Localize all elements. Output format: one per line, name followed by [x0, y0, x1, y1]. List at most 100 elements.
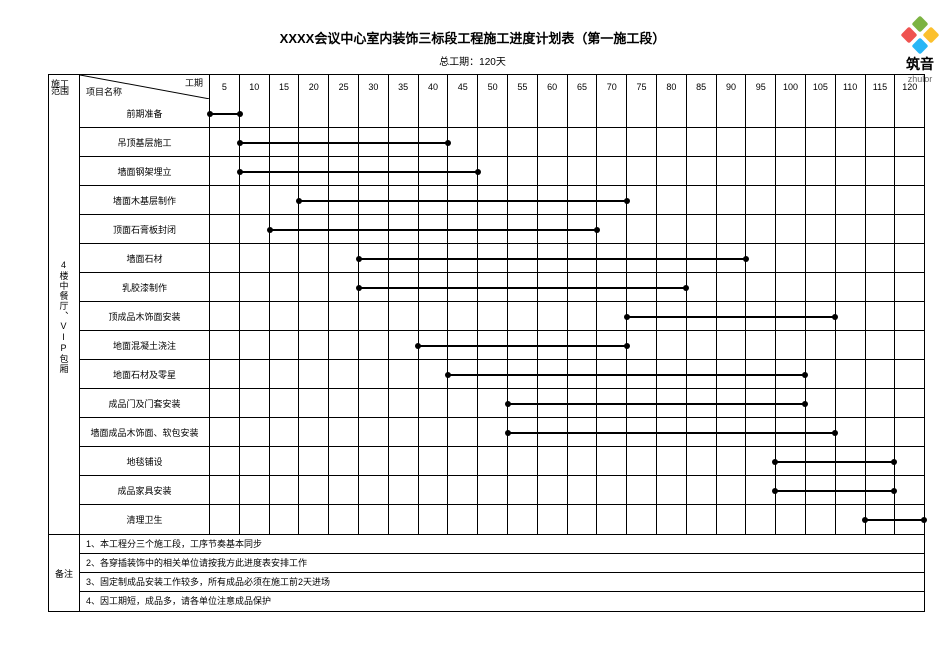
grid-cell — [657, 418, 687, 446]
grid-cell — [717, 186, 747, 214]
grid-cell — [568, 186, 598, 214]
grid-cell — [836, 215, 866, 243]
grid-cell — [538, 360, 568, 388]
grid-cell — [806, 302, 836, 330]
x-tick: 45 — [448, 75, 478, 99]
grid-cell — [746, 360, 776, 388]
x-tick: 65 — [568, 75, 598, 99]
grid-cell — [806, 273, 836, 301]
grid-cell — [717, 128, 747, 156]
grid-cell — [866, 244, 896, 272]
logo-text-cn: 筑音 — [903, 54, 937, 74]
grid-cell — [538, 157, 568, 185]
grid-cell — [657, 273, 687, 301]
grid-cell — [806, 215, 836, 243]
grid-cell — [746, 157, 776, 185]
grid-cell — [806, 505, 836, 534]
grid-cell — [687, 215, 717, 243]
grid-cell — [448, 476, 478, 504]
grid-cell — [329, 389, 359, 417]
grid-cell — [776, 273, 806, 301]
grid-cell — [627, 389, 657, 417]
grid-cell — [508, 447, 538, 475]
x-tick: 60 — [538, 75, 568, 99]
grid-cell — [270, 302, 300, 330]
grid-cell — [836, 476, 866, 504]
grid-cell — [329, 418, 359, 446]
grid-cell — [210, 273, 240, 301]
gantt-header: 施工 范围 工期 项目名称 51015202530354045505560657… — [48, 74, 925, 99]
grid-cell — [568, 302, 598, 330]
grid-cell — [508, 302, 538, 330]
grid-cell — [597, 389, 627, 417]
task-label: 乳胶漆制作 — [80, 273, 209, 302]
x-tick: 115 — [866, 75, 896, 99]
grid-cell — [448, 331, 478, 359]
grid-cell — [836, 302, 866, 330]
grid-cell — [508, 389, 538, 417]
grid-cell — [508, 157, 538, 185]
grid-cell — [687, 389, 717, 417]
grid-cell — [389, 186, 419, 214]
grid-row — [210, 128, 924, 157]
grid-cell — [895, 418, 924, 446]
grid-cell — [806, 360, 836, 388]
grid-cell — [717, 157, 747, 185]
grid-cell — [597, 128, 627, 156]
grid-cell — [389, 157, 419, 185]
grid-cell — [448, 244, 478, 272]
grid-cell — [478, 244, 508, 272]
grid-cell — [776, 128, 806, 156]
grid-cell — [866, 389, 896, 417]
grid-cell — [508, 360, 538, 388]
grid-cell — [419, 331, 449, 359]
task-label: 成品家具安装 — [80, 476, 209, 505]
grid-cell — [895, 244, 924, 272]
grid-cell — [627, 505, 657, 534]
grid-cell — [866, 273, 896, 301]
grid-cell — [389, 244, 419, 272]
grid-cell — [389, 331, 419, 359]
grid-cell — [210, 128, 240, 156]
grid-cell — [359, 302, 389, 330]
page-title: XXXX会议中心室内装饰三标段工程施工进度计划表（第一施工段） — [0, 0, 945, 47]
grid-row — [210, 302, 924, 331]
grid-cell — [329, 505, 359, 534]
task-label: 吊顶基层施工 — [80, 128, 209, 157]
grid-cell — [299, 186, 329, 214]
grid-cell — [478, 447, 508, 475]
grid-cell — [895, 389, 924, 417]
grid-cell — [448, 418, 478, 446]
grid-cell — [568, 273, 598, 301]
grid-cell — [836, 244, 866, 272]
grid-cell — [448, 186, 478, 214]
grid-cell — [866, 418, 896, 446]
grid-cell — [895, 302, 924, 330]
grid-cell — [210, 331, 240, 359]
grid-cell — [538, 99, 568, 127]
grid-cell — [597, 302, 627, 330]
grid-cell — [210, 418, 240, 446]
x-tick: 10 — [240, 75, 270, 99]
grid-cell — [657, 447, 687, 475]
grid-row — [210, 244, 924, 273]
grid-cell — [538, 244, 568, 272]
grid-cell — [478, 302, 508, 330]
grid-cell — [717, 244, 747, 272]
grid-cell — [210, 476, 240, 504]
grid-cell — [746, 128, 776, 156]
grid-cell — [508, 99, 538, 127]
grid-cell — [597, 476, 627, 504]
notes-label: 备注 — [49, 535, 80, 611]
grid-cell — [299, 505, 329, 534]
grid-cell — [419, 447, 449, 475]
task-label: 成品门及门套安装 — [80, 389, 209, 418]
grid-cell — [538, 331, 568, 359]
grid-cell — [419, 186, 449, 214]
grid-cell — [389, 273, 419, 301]
grid-cell — [329, 99, 359, 127]
task-label: 地毯铺设 — [80, 447, 209, 476]
x-tick: 100 — [776, 75, 806, 99]
grid-row — [210, 476, 924, 505]
grid-cell — [836, 360, 866, 388]
